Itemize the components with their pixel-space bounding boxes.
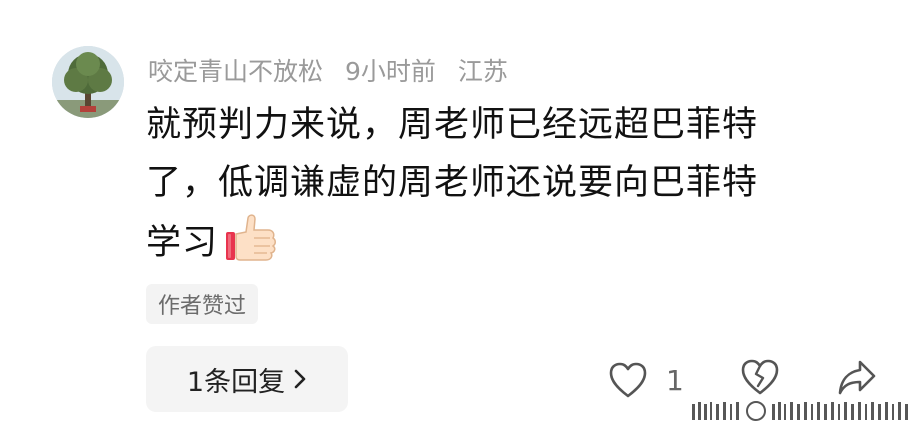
author-liked-badge: 作者赞过 [146,284,259,324]
comment-line-text: 学习 [146,223,219,263]
location: 江苏 [457,57,508,86]
chevron-right-icon [294,369,306,389]
comment-text: 就预判力来说，周老师已经远超巴菲特 了，低调谦虚的周老师还说要向巴菲特 学习 [146,96,866,282]
share-button[interactable] [836,358,878,402]
username[interactable]: 咬定青山不放松 [148,52,323,88]
avatar[interactable] [52,46,124,118]
broken-heart-icon [741,359,779,395]
comment-meta: 咬定青山不放松 9小时前 江苏 [148,50,508,90]
share-arrow-icon [838,360,876,395]
watermark [690,398,912,424]
comment-line: 就预判力来说，周老师已经远超巴菲特 [146,105,759,145]
dislike-button[interactable] [740,358,780,400]
comment-line: 学习 [146,212,866,282]
timestamp: 9小时前 [345,57,436,86]
replies-label: 1条回复 [186,366,286,398]
comment-line: 了，低调谦虚的周老师还说要向巴菲特 [146,163,759,203]
watermark-icon [692,401,908,421]
like-button[interactable]: 1 [608,358,684,402]
like-count: 1 [666,363,684,397]
heart-icon [609,362,647,398]
avatar-tree-image [52,46,124,118]
view-replies-button[interactable]: 1条回复 [146,346,348,412]
thumbs-up-icon [224,212,278,282]
